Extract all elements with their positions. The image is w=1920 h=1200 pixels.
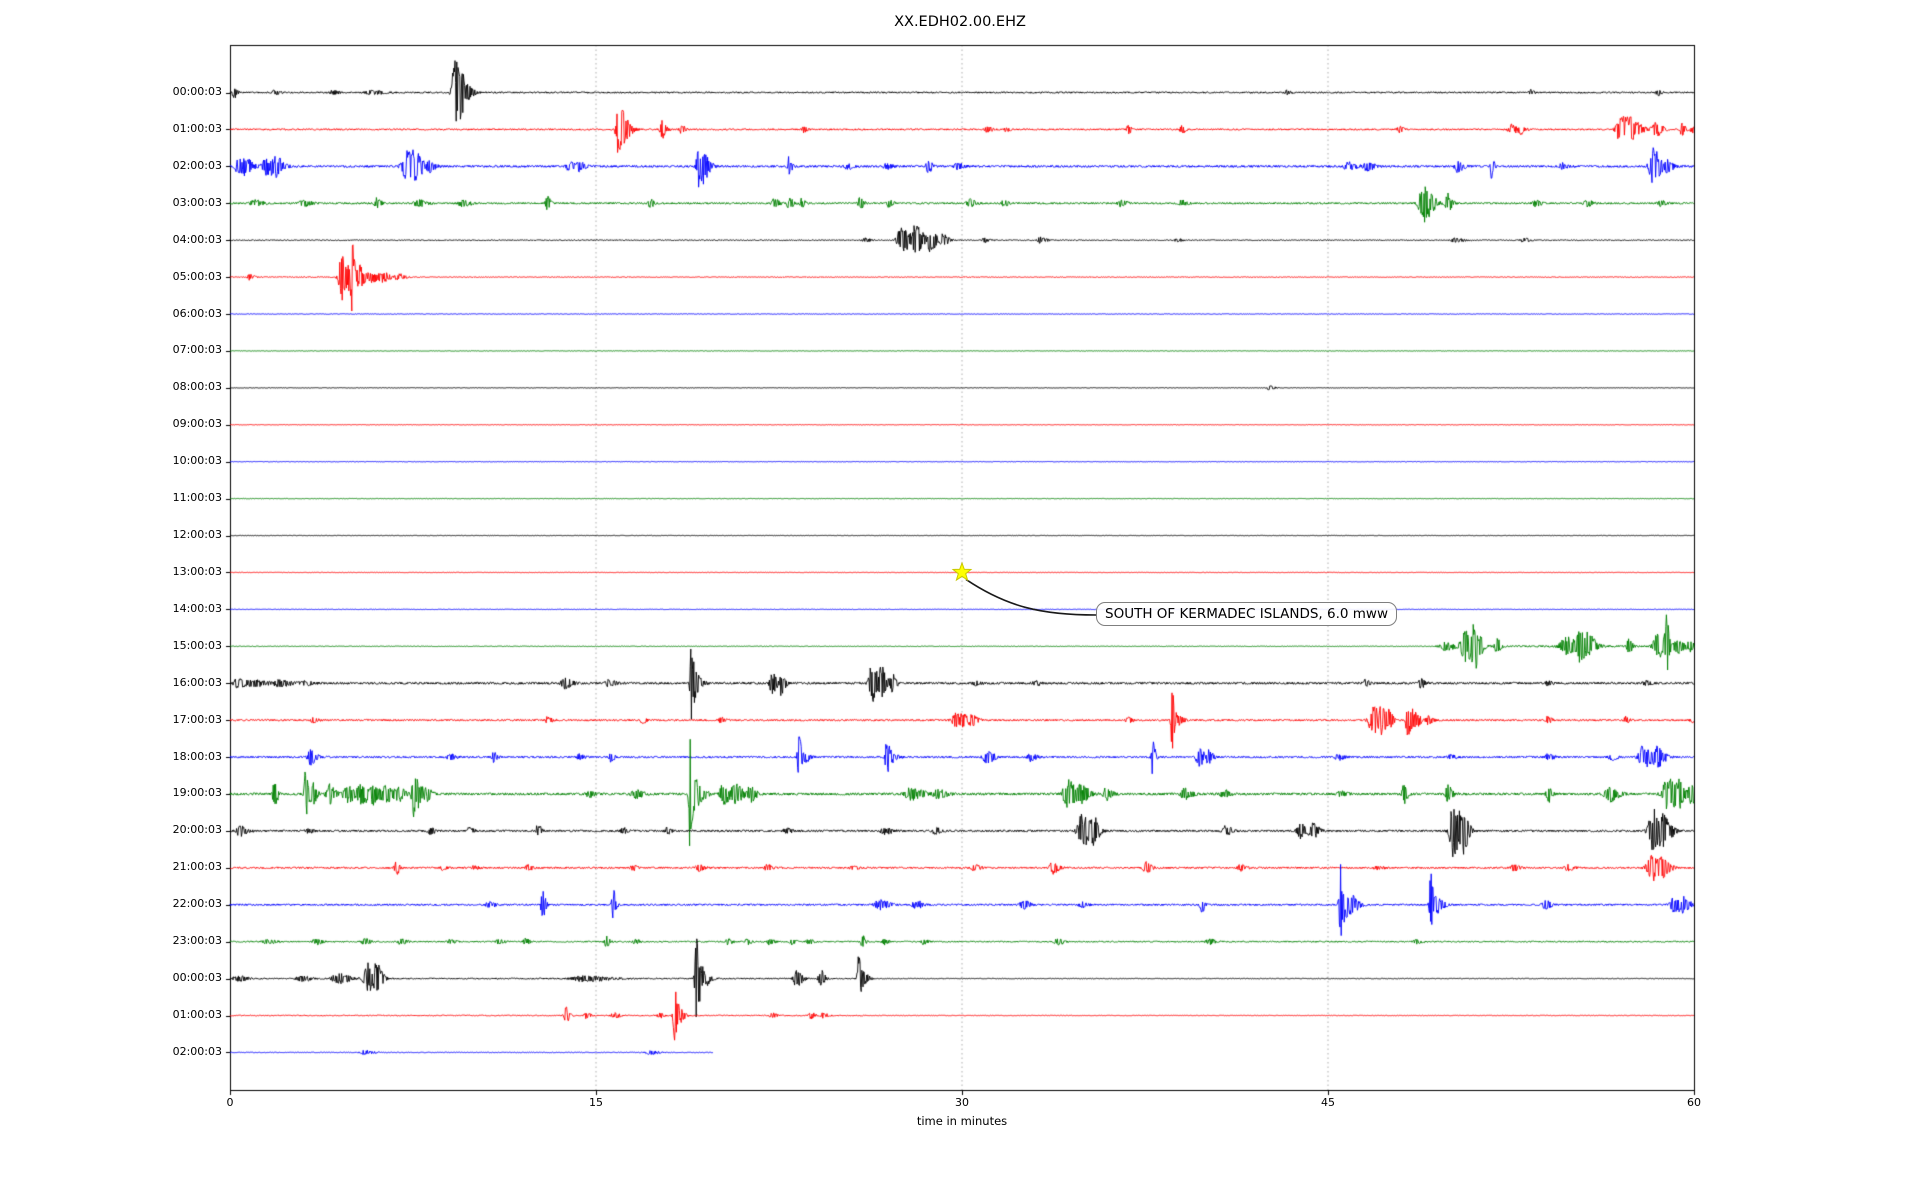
- event-marker-star: [951, 561, 973, 582]
- annotation-overlay: [951, 561, 1097, 616]
- seismogram-page: XX.EDH02.00.EHZ 0 15 30 45 60 time in mi…: [0, 0, 1920, 1200]
- event-annotation: SOUTH OF KERMADEC ISLANDS, 6.0 mww: [1096, 602, 1397, 626]
- annotation-callout-line: [965, 578, 1097, 616]
